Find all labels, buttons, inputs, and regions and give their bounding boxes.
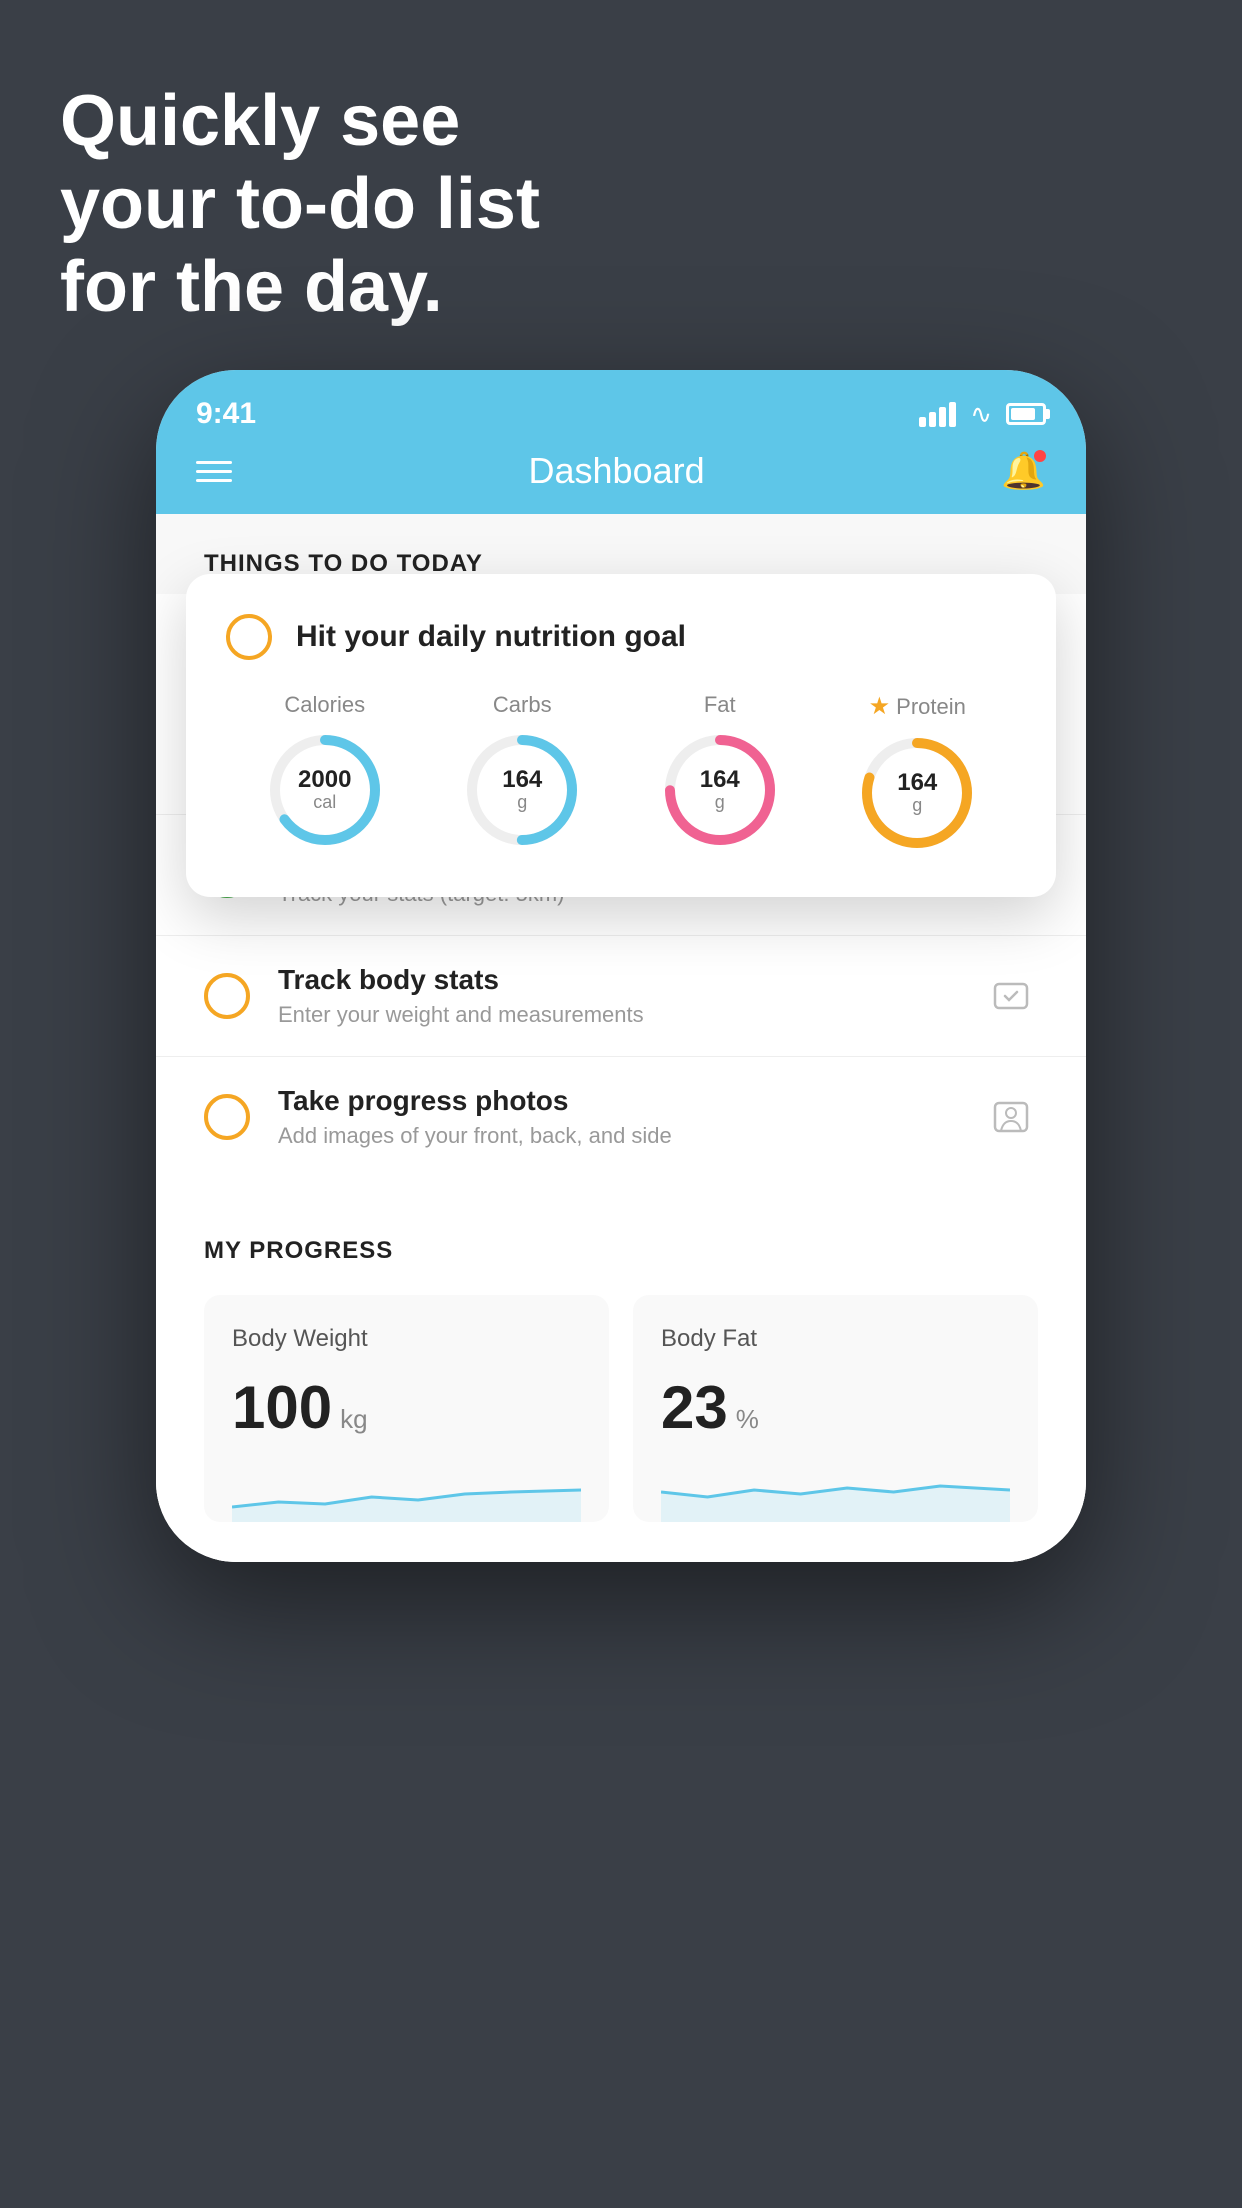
todo-item-body-stats[interactable]: Track body stats Enter your weight and m… <box>156 935 1086 1056</box>
nav-title: Dashboard <box>529 450 705 492</box>
phone-wrapper: 9:41 ∿ Dashboard 🔔 <box>156 370 1086 1562</box>
nutrition-calories: Calories 2000 cal <box>265 692 385 850</box>
carbs-label: Carbs <box>493 692 552 718</box>
body-fat-unit: % <box>736 1404 759 1435</box>
fat-label: Fat <box>704 692 736 718</box>
todo-item-photos[interactable]: Take progress photos Add images of your … <box>156 1056 1086 1177</box>
nutrition-card: Hit your daily nutrition goal Calories <box>186 574 1056 897</box>
protein-value: 164 <box>897 770 937 796</box>
nutrition-protein: ★ Protein 164 g <box>857 692 977 853</box>
calories-donut: 2000 cal <box>265 730 385 850</box>
photos-sub: Add images of your front, back, and side <box>278 1123 956 1149</box>
hero-text: Quickly see your to-do list for the day. <box>60 80 540 328</box>
carbs-unit: g <box>502 793 542 813</box>
body-weight-card: Body Weight 100 kg <box>204 1295 609 1522</box>
notification-dot <box>1034 450 1046 462</box>
hero-line2: your to-do list <box>60 163 540 246</box>
fat-value: 164 <box>700 767 740 793</box>
photos-text: Take progress photos Add images of your … <box>278 1085 956 1149</box>
calories-label: Calories <box>284 692 365 718</box>
status-time: 9:41 <box>196 397 256 431</box>
protein-label: ★ Protein <box>869 692 966 721</box>
scale-icon <box>984 969 1038 1023</box>
nutrition-fat: Fat 164 g <box>660 692 780 850</box>
star-icon: ★ <box>869 692 891 721</box>
my-progress-section: MY PROGRESS Body Weight 100 kg <box>156 1177 1086 1562</box>
nutrition-circles: Calories 2000 cal <box>226 692 1016 853</box>
photo-person-icon <box>984 1090 1038 1144</box>
body-weight-card-title: Body Weight <box>232 1325 581 1353</box>
body-weight-value: 100 <box>232 1373 332 1442</box>
content-area: THINGS TO DO TODAY Hit your daily nutrit… <box>156 514 1086 1562</box>
nav-bar: Dashboard 🔔 <box>156 440 1086 514</box>
hamburger-button[interactable] <box>196 461 232 482</box>
hero-line3: for the day. <box>60 246 540 329</box>
protein-donut: 164 g <box>857 733 977 853</box>
carbs-value: 164 <box>502 767 542 793</box>
signal-icon <box>919 402 956 427</box>
card-check-circle[interactable] <box>226 614 272 660</box>
things-to-do-title: THINGS TO DO TODAY <box>204 550 483 577</box>
card-title: Hit your daily nutrition goal <box>296 620 686 654</box>
photos-check-circle[interactable] <box>204 1094 250 1140</box>
body-weight-unit: kg <box>340 1404 367 1435</box>
notification-bell-button[interactable]: 🔔 <box>1001 450 1046 492</box>
status-icons: ∿ <box>919 399 1046 430</box>
calories-value: 2000 <box>298 767 351 793</box>
body-fat-card: Body Fat 23 % <box>633 1295 1038 1522</box>
photos-name: Take progress photos <box>278 1085 956 1117</box>
fat-unit: g <box>700 793 740 813</box>
nutrition-carbs: Carbs 164 g <box>462 692 582 850</box>
body-weight-chart <box>232 1462 581 1522</box>
body-stats-check-circle[interactable] <box>204 973 250 1019</box>
calories-unit: cal <box>298 793 351 813</box>
protein-unit: g <box>897 796 937 816</box>
phone-mockup: 9:41 ∿ Dashboard 🔔 <box>156 370 1086 1562</box>
wifi-icon: ∿ <box>970 399 992 430</box>
progress-cards: Body Weight 100 kg <box>204 1295 1038 1522</box>
hero-line1: Quickly see <box>60 80 540 163</box>
my-progress-title: MY PROGRESS <box>204 1237 1038 1265</box>
body-fat-card-title: Body Fat <box>661 1325 1010 1353</box>
card-title-row: Hit your daily nutrition goal <box>226 614 1016 660</box>
body-fat-value: 23 <box>661 1373 728 1442</box>
body-fat-chart <box>661 1462 1010 1522</box>
body-stats-sub: Enter your weight and measurements <box>278 1002 956 1028</box>
body-fat-value-row: 23 % <box>661 1373 1010 1442</box>
carbs-donut: 164 g <box>462 730 582 850</box>
body-stats-text: Track body stats Enter your weight and m… <box>278 964 956 1028</box>
battery-icon <box>1006 403 1046 425</box>
body-weight-value-row: 100 kg <box>232 1373 581 1442</box>
status-bar: 9:41 ∿ <box>156 370 1086 440</box>
fat-donut: 164 g <box>660 730 780 850</box>
body-stats-name: Track body stats <box>278 964 956 996</box>
